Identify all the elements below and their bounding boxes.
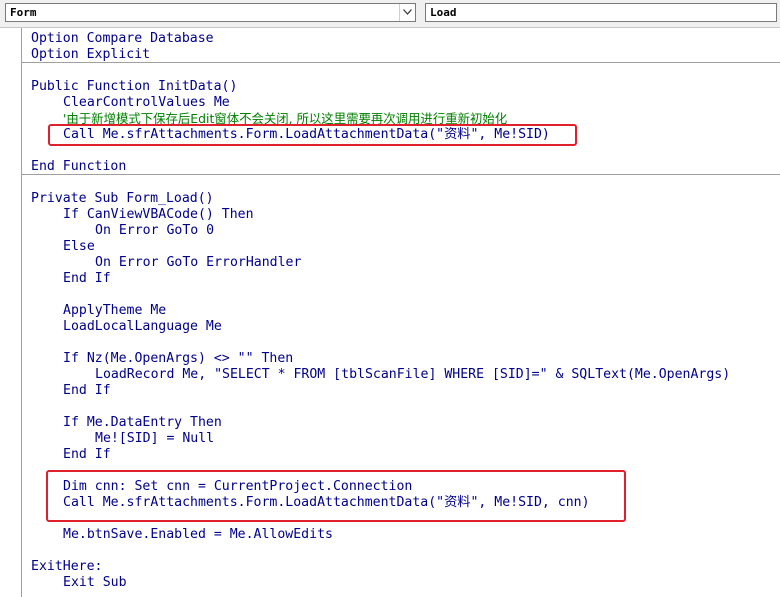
- procedure-combo-value: Load: [430, 6, 457, 19]
- code-line[interactable]: Option Explicit: [31, 47, 150, 63]
- code-line[interactable]: If Me.DataEntry Then: [63, 415, 222, 431]
- code-line[interactable]: Private Sub Form_Load(): [31, 191, 214, 207]
- code-line[interactable]: On Error GoTo ErrorHandler: [95, 255, 301, 271]
- code-line[interactable]: ClearControlValues Me: [63, 95, 230, 111]
- highlight-box: [48, 124, 577, 146]
- code-line[interactable]: Exit Sub: [63, 575, 127, 591]
- code-line[interactable]: ExitHere:: [31, 559, 102, 575]
- object-combo-value: Form: [10, 6, 37, 19]
- code-line[interactable]: Me.btnSave.Enabled = Me.AllowEdits: [63, 527, 333, 543]
- code-line[interactable]: Me![SID] = Null: [95, 431, 214, 447]
- object-combo-dropdown-button[interactable]: [399, 4, 415, 21]
- code-line[interactable]: If CanViewVBACode() Then: [63, 207, 254, 223]
- code-line[interactable]: End If: [63, 447, 111, 463]
- code-line[interactable]: LoadRecord Me, "SELECT * FROM [tblScanFi…: [95, 367, 730, 383]
- code-line[interactable]: End If: [63, 271, 111, 287]
- code-line[interactable]: Option Compare Database: [31, 31, 214, 47]
- code-line[interactable]: ApplyTheme Me: [63, 303, 166, 319]
- object-combo[interactable]: Form: [5, 3, 416, 22]
- code-line[interactable]: Else: [63, 239, 95, 255]
- code-line[interactable]: End Function: [31, 159, 126, 175]
- code-window-toolbar: Form Load: [0, 0, 780, 28]
- code-line[interactable]: On Error GoTo 0: [95, 223, 214, 239]
- code-line[interactable]: Public Function InitData(): [31, 79, 237, 95]
- highlight-box: [46, 470, 626, 522]
- code-line[interactable]: End If: [63, 383, 111, 399]
- code-margin-indicator-bar[interactable]: [0, 28, 22, 597]
- procedure-combo[interactable]: Load: [425, 3, 777, 22]
- chevron-down-icon: [403, 9, 412, 15]
- code-line[interactable]: LoadLocalLanguage Me: [63, 319, 222, 335]
- code-line[interactable]: If Nz(Me.OpenArgs) <> "" Then: [63, 351, 293, 367]
